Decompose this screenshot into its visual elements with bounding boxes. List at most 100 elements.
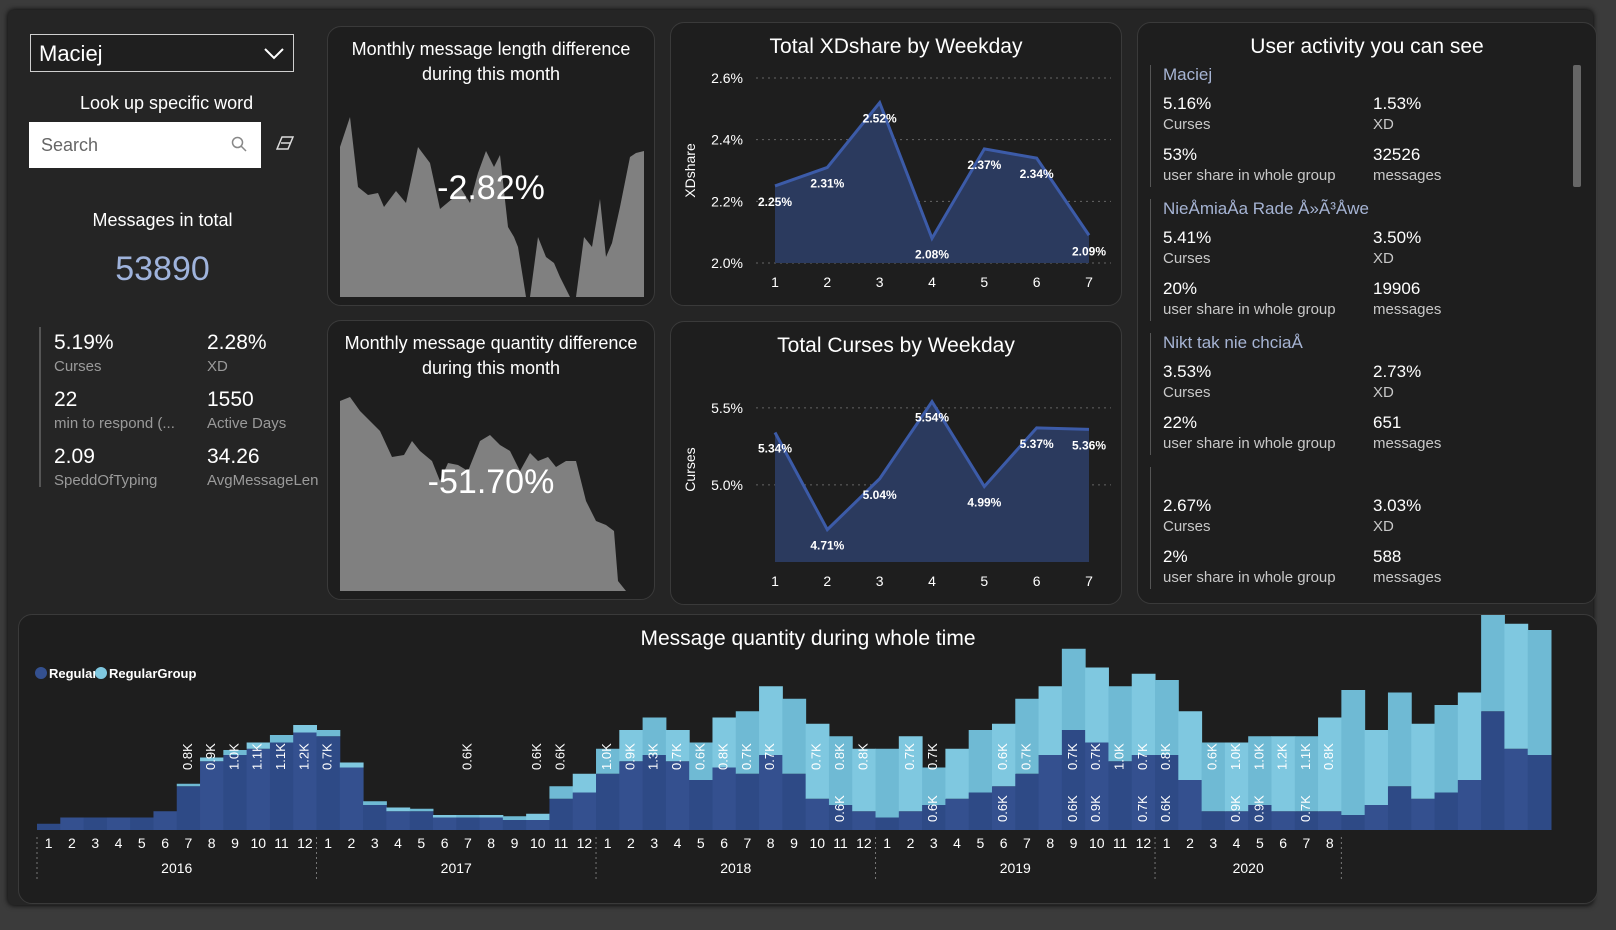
user-share-value: 53%	[1163, 145, 1198, 164]
xdshare-card: Total XDshare by Weekday 2.0% 2.2% 2.4% 2.6…	[670, 22, 1122, 306]
chevron-down-icon	[264, 48, 284, 60]
month-tick: 9	[1070, 835, 1078, 851]
year-tick: 2017	[441, 860, 472, 876]
regular-bar	[1481, 711, 1505, 830]
group-bar	[549, 786, 574, 799]
regular-bar	[153, 811, 178, 830]
lookup-title: Look up specific word	[80, 93, 254, 113]
bar-data-label: 0.7K	[762, 743, 777, 770]
curses-x-tick: 3	[876, 573, 884, 589]
user-curses-label: Curses	[1163, 384, 1211, 401]
user-xd-value: 1.53%	[1373, 94, 1422, 113]
curses-chart: 5.0% 5.5% 5.34% 1 4.71% 2 5.04% 3 5.54% 4 4.99% 5 5.…	[682, 398, 1111, 589]
curses-data-label: 4.71%	[810, 539, 844, 553]
bar-data-label: 0.6K	[692, 743, 707, 770]
user-activity-card: User activity you can see Maciej 5.16% Cur…	[1137, 22, 1597, 604]
bar-data-label: 0.7K	[925, 743, 940, 770]
curses-data-label: 5.54%	[915, 411, 949, 425]
curses-x-tick: 5	[980, 573, 988, 589]
curses-card: Total Curses by Weekday 5.0% 5.5% 5.34% 1 4.…	[670, 321, 1122, 605]
messages-total-value: 53890	[115, 250, 210, 288]
stat-respond-value: 22	[54, 388, 78, 411]
regular-bar	[1038, 755, 1063, 830]
regular-bar	[665, 761, 690, 830]
user-xd-value: 3.03%	[1373, 496, 1422, 515]
search-placeholder: Search	[41, 135, 99, 155]
user-xd-label: XD	[1373, 384, 1394, 401]
quantity-diff-title-1: Monthly message quantity difference	[344, 333, 638, 353]
group-bar	[1341, 690, 1366, 815]
regular-bar	[479, 817, 504, 830]
bar-data-label: 1.0K	[1228, 743, 1243, 770]
regular-bar	[1411, 798, 1436, 830]
xdshare-x-tick: 1	[771, 274, 779, 290]
month-tick: 11	[274, 835, 289, 851]
user-curses-value: 5.41%	[1163, 228, 1212, 247]
bar-data-label: 0.7K	[809, 743, 824, 770]
user-divider	[1150, 199, 1151, 321]
legend-marker	[95, 667, 107, 679]
group-bar	[269, 735, 294, 743]
regular-bar	[712, 767, 737, 830]
user-messages-value: 32526	[1373, 145, 1421, 164]
curses-x-tick: 2	[823, 573, 831, 589]
stat-typing-label: SpeddOfTyping	[54, 472, 158, 489]
user-curses-label: Curses	[1163, 116, 1211, 133]
stat-avglen-value: 34.26	[207, 445, 260, 468]
stats-divider	[39, 327, 41, 487]
xdshare-x-tick: 2	[823, 274, 831, 290]
month-tick: 2	[348, 835, 356, 851]
user-divider	[1150, 467, 1151, 589]
curses-y-tick: 5.5%	[711, 400, 743, 416]
xdshare-y-tick: 2.0%	[711, 255, 743, 271]
month-tick: 9	[231, 835, 239, 851]
regular-bar	[339, 767, 364, 830]
regular-bar	[875, 817, 900, 830]
group-bar	[526, 813, 550, 820]
length-diff-card: Monthly message length difference during…	[327, 26, 655, 306]
bar-data-label: 0.6K	[1205, 743, 1220, 770]
bar-data-label: 0.6K	[995, 743, 1010, 770]
regular-bar	[386, 811, 411, 830]
regular-bar	[805, 798, 830, 830]
bar-data-label: 0.9K	[203, 743, 218, 770]
user-dropdown[interactable]: Maciej	[30, 34, 294, 72]
user-activity-scrollbar[interactable]	[1573, 65, 1581, 187]
stat-xd-label: XD	[207, 358, 228, 375]
month-tick: 7	[1303, 835, 1311, 851]
group-bar	[875, 748, 900, 818]
bar-data-label: 0.6K	[1065, 795, 1080, 822]
search-input[interactable]: Search	[29, 122, 261, 168]
user-messages-label: messages	[1373, 167, 1442, 184]
user-messages-label: messages	[1373, 301, 1442, 318]
stat-active-days-label: Active Days	[207, 415, 287, 432]
month-tick: 7	[744, 835, 752, 851]
regular-bar	[130, 817, 154, 830]
bar-data-label: 0.7K	[1135, 795, 1150, 822]
bar-data-label: 0.8K	[716, 743, 731, 770]
regular-bar	[200, 761, 224, 830]
bar-data-label: 0.6K	[1158, 795, 1173, 822]
regular-bar	[526, 820, 550, 830]
month-tick: 9	[790, 835, 798, 851]
regular-bar	[1434, 792, 1459, 830]
curses-y-tick: 5.0%	[711, 477, 743, 493]
bar-data-label: 0.7K	[1018, 743, 1033, 770]
regular-bar	[106, 817, 131, 830]
group-bar	[782, 698, 807, 774]
bar-data-label: 0.6K	[529, 743, 544, 770]
xdshare-data-label: 2.08%	[915, 247, 949, 261]
eraser-icon[interactable]	[276, 136, 294, 150]
bar-data-label: 0.8K	[855, 743, 870, 770]
regular-bar	[782, 773, 807, 830]
regular-bar	[1527, 755, 1552, 830]
month-tick: 12	[577, 835, 593, 851]
legend-marker	[35, 667, 47, 679]
regular-bar	[363, 805, 387, 830]
user-share-value: 20%	[1163, 279, 1198, 298]
bar-data-label: 1.3K	[646, 743, 661, 770]
curses-x-tick: 1	[771, 573, 779, 589]
month-tick: 2	[1186, 835, 1194, 851]
group-bar	[479, 815, 504, 818]
bar-data-label: 0.7K	[739, 743, 754, 770]
